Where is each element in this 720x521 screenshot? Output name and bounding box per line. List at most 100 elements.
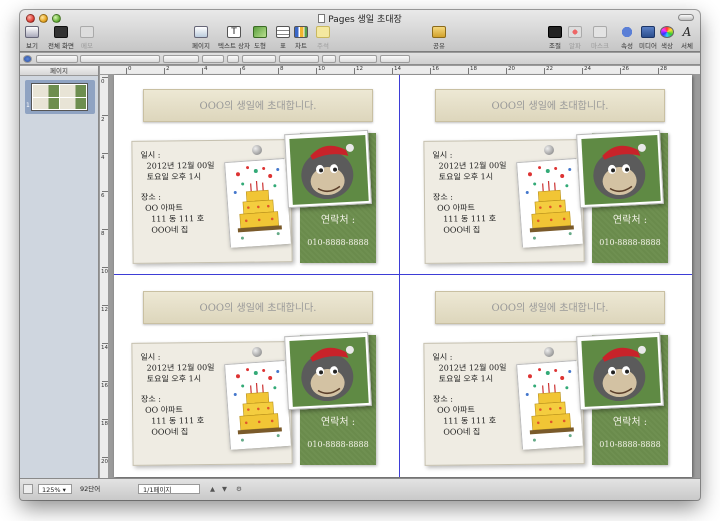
monkey-photo[interactable]: [284, 129, 372, 209]
styles-drawer-button[interactable]: [23, 55, 32, 63]
ruler-h-tick: [202, 68, 203, 74]
document-icon: [318, 14, 326, 23]
where-label: 장소 :: [140, 394, 161, 404]
list-style-popup[interactable]: [380, 55, 410, 63]
invitation-banner[interactable]: OOO의 생일에 초대합니다.: [143, 291, 373, 324]
chart-button[interactable]: 차트: [294, 26, 308, 50]
fonts-icon: A: [682, 25, 692, 39]
table-button[interactable]: 표: [276, 26, 290, 50]
adjust-button[interactable]: 조절: [548, 26, 562, 50]
when-date: 2012년 12월 00일: [438, 362, 507, 373]
birthday-cake-photo[interactable]: [224, 158, 291, 248]
where-line1: OO 아파트: [145, 203, 183, 213]
previous-page-arrow[interactable]: ▲: [210, 484, 220, 494]
zoom-popup[interactable]: 125% ▾: [38, 484, 72, 494]
monkey-photo[interactable]: [576, 129, 664, 209]
page-thumbnails-toggle[interactable]: [23, 484, 33, 494]
ruler-h-number: 8: [280, 66, 284, 72]
ruler-h-number: 6: [242, 66, 246, 72]
textbox-label: 텍스트 상자: [218, 42, 250, 50]
ruler-v-number: 4: [101, 155, 105, 161]
info-icon: [620, 26, 634, 38]
mask-button[interactable]: 마스크: [591, 26, 609, 50]
ruler-h-number: 10: [318, 66, 325, 72]
page-thumbnail-selected[interactable]: 1: [25, 80, 95, 114]
table-label: 표: [280, 42, 286, 50]
phone-number: 010-8888-8888: [307, 238, 369, 247]
textbox-icon: T: [226, 26, 241, 38]
monkey-photo[interactable]: [284, 331, 372, 411]
adjust-label: 조절: [549, 42, 561, 50]
where-line1: OO 아파트: [437, 203, 475, 213]
page-thumbnails-sidebar: 페이지 1: [20, 66, 99, 478]
action-gear-icon[interactable]: ⚙: [236, 484, 250, 494]
contact-label: 연락처 :: [612, 417, 648, 428]
textbox-button[interactable]: T 텍스트 상자: [218, 26, 250, 50]
note-icon: [316, 26, 330, 38]
horizontal-ruler[interactable]: 0 2 4 6 8 10 12 14 16 18 20 22 24 26 28: [100, 66, 700, 75]
share-icon: [432, 26, 446, 38]
monkey-photo[interactable]: [576, 331, 664, 411]
ruler-h-number: 22: [546, 66, 553, 72]
where-line3: OOO네 집: [151, 225, 189, 235]
font-family-popup[interactable]: [80, 55, 160, 63]
text-color-well[interactable]: [227, 55, 239, 63]
ruler-v-tick: [102, 267, 108, 268]
ruler-h-tick: [544, 68, 545, 74]
shapes-button[interactable]: 도형: [253, 26, 267, 50]
media-button[interactable]: 미디어: [639, 26, 657, 50]
invitation-banner[interactable]: OOO의 생일에 초대합니다.: [435, 291, 665, 324]
ruler-h-number: 12: [356, 66, 363, 72]
format-bar: [20, 53, 700, 65]
colors-button[interactable]: 색상: [660, 26, 674, 50]
toolbar-toggle-button[interactable]: [678, 14, 694, 21]
monkey-illustration: [289, 135, 369, 205]
ruler-h-tick: [620, 68, 621, 74]
birthday-cake-photo[interactable]: [224, 360, 291, 450]
ruler-v-number: 0: [101, 79, 105, 85]
ruler-h-tick: [506, 68, 507, 74]
columns-popup[interactable]: [339, 55, 377, 63]
note-button[interactable]: 주석: [316, 26, 330, 50]
comment-button[interactable]: 메모: [80, 26, 94, 50]
document-page[interactable]: OOO의 생일에 초대합니다. 일시 : 2012년 12월 00일 토요일 오…: [114, 75, 692, 477]
font-size-popup[interactable]: [202, 55, 224, 63]
paragraph-style-popup[interactable]: [36, 55, 78, 63]
alpha-button[interactable]: 알파: [568, 26, 582, 50]
birthday-cake-photo[interactable]: [516, 360, 583, 450]
invitation-banner[interactable]: OOO의 생일에 초대합니다.: [143, 89, 373, 122]
view-button[interactable]: 보기: [25, 26, 39, 50]
monkey-illustration: [289, 337, 369, 407]
pages-button[interactable]: 페이지: [192, 26, 210, 50]
where-line1: OO 아파트: [437, 405, 475, 415]
next-page-arrow[interactable]: ▼: [222, 484, 232, 494]
ruler-h-tick: [582, 68, 583, 74]
fonts-label: 서체: [681, 42, 693, 50]
bold-italic-underline-buttons[interactable]: [242, 55, 276, 63]
page-indicator[interactable]: 1/1페이지: [138, 484, 200, 494]
ruler-h-tick: [392, 68, 393, 74]
ruler-h-number: 20: [508, 66, 515, 72]
when-time: 토요일 오후 1시: [438, 374, 494, 384]
font-typeface-popup[interactable]: [163, 55, 199, 63]
line-spacing-popup[interactable]: [322, 55, 336, 63]
fullscreen-button[interactable]: 전체 화면: [48, 26, 74, 50]
ruler-h-number: 28: [660, 66, 667, 72]
vertical-ruler[interactable]: 0 2 4 6 8 10 12 14 16 18 20: [100, 75, 109, 478]
alignment-buttons[interactable]: [279, 55, 319, 63]
horizontal-cut-guide: [114, 274, 692, 275]
monkey-illustration: [581, 337, 661, 407]
fonts-button[interactable]: A 서체: [680, 26, 694, 50]
vertical-cut-guide: [399, 75, 400, 477]
shapes-icon: [253, 26, 267, 38]
birthday-cake-photo[interactable]: [516, 158, 583, 248]
chart-label: 차트: [295, 42, 307, 50]
view-icon: [25, 26, 39, 38]
ruler-v-tick: [102, 229, 108, 230]
share-button[interactable]: 공유: [432, 26, 446, 50]
invitation-banner[interactable]: OOO의 생일에 초대합니다.: [435, 89, 665, 122]
inspector-button[interactable]: 속성: [620, 26, 634, 50]
view-label: 보기: [26, 42, 38, 50]
page-thumbnail-image: [31, 83, 88, 111]
cake-illustration: [517, 158, 583, 248]
